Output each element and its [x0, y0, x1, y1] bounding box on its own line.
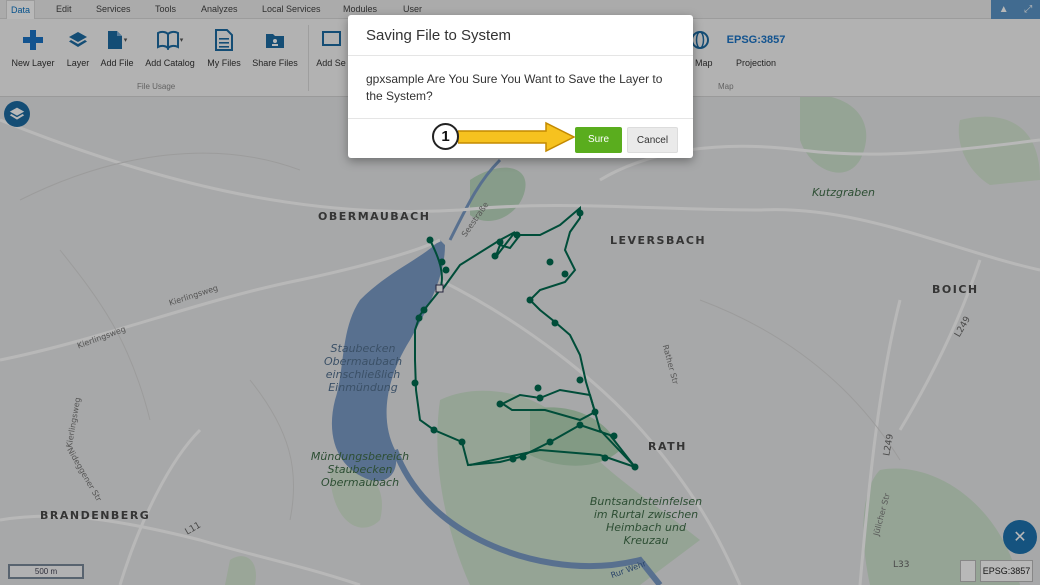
dialog-message: gpxsample Are You Sure You Want to Save …	[366, 72, 663, 103]
arrow-pointer-icon	[458, 121, 576, 153]
step-number-badge: 1	[432, 123, 459, 150]
cancel-button[interactable]: Cancel	[627, 127, 678, 153]
dialog-title: Saving File to System	[348, 15, 693, 56]
sure-button[interactable]: Sure	[575, 127, 622, 153]
